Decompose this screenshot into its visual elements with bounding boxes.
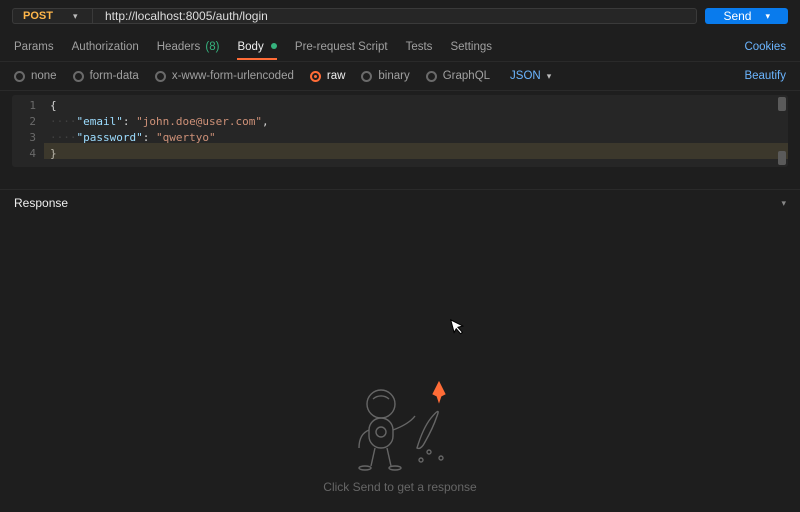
chevron-down-icon: ▾ <box>73 11 78 22</box>
editor-code[interactable]: { ····"email": "john.doe@user.com", ····… <box>44 95 788 167</box>
chevron-down-icon: ▾ <box>781 198 786 209</box>
send-label: Send <box>723 9 751 23</box>
response-section: Response ▾ <box>0 189 800 506</box>
response-label: Response <box>14 196 68 210</box>
chevron-down-icon: ▾ <box>765 11 770 22</box>
current-line-highlight <box>44 143 788 159</box>
tab-headers-label: Headers <box>157 41 200 53</box>
response-header[interactable]: Response ▾ <box>0 190 800 216</box>
scrollbar-thumb[interactable] <box>778 97 786 111</box>
bodytype-formdata[interactable]: form-data <box>73 70 139 82</box>
method-label: POST <box>23 10 53 22</box>
beautify-button[interactable]: Beautify <box>744 70 786 82</box>
bodytype-xwww[interactable]: x-www-form-urlencoded <box>155 70 294 82</box>
method-select[interactable]: POST ▾ <box>12 8 92 24</box>
editor-gutter: 1 2 3 4 <box>12 95 44 167</box>
tab-body-label: Body <box>237 41 263 53</box>
scrollbar-thumb[interactable] <box>778 151 786 165</box>
chevron-down-icon: ▾ <box>547 71 552 82</box>
request-bar: POST ▾ Send ▾ <box>0 0 800 32</box>
radio-icon <box>310 71 321 82</box>
url-input[interactable] <box>92 8 697 24</box>
radio-icon <box>155 71 166 82</box>
request-tabs: Params Authorization Headers (8) Body Pr… <box>0 32 800 62</box>
tab-prerequest[interactable]: Pre-request Script <box>295 35 388 59</box>
tab-settings[interactable]: Settings <box>450 35 492 59</box>
body-format-select[interactable]: JSON ▾ <box>510 70 551 82</box>
bodytype-graphql[interactable]: GraphQL <box>426 70 490 82</box>
body-type-row: none form-data x-www-form-urlencoded raw… <box>0 62 800 91</box>
cookies-link[interactable]: Cookies <box>744 41 786 53</box>
radio-icon <box>361 71 372 82</box>
bodytype-binary[interactable]: binary <box>361 70 409 82</box>
bodytype-none[interactable]: none <box>14 70 57 82</box>
tab-headers-count: (8) <box>205 41 219 53</box>
radio-icon <box>14 71 25 82</box>
response-hint: Click Send to get a response <box>323 480 476 494</box>
tab-authorization[interactable]: Authorization <box>72 35 139 59</box>
tab-headers[interactable]: Headers (8) <box>157 35 220 59</box>
tab-params[interactable]: Params <box>14 35 54 59</box>
send-button[interactable]: Send ▾ <box>705 8 788 24</box>
tab-body[interactable]: Body <box>237 35 276 59</box>
bodytype-raw[interactable]: raw <box>310 70 346 82</box>
body-format-label: JSON <box>510 70 541 82</box>
astronaut-illustration <box>325 356 475 476</box>
response-body: Click Send to get a response <box>0 216 800 506</box>
body-editor[interactable]: 1 2 3 4 { ····"email": "john.doe@user.co… <box>12 95 788 167</box>
modified-dot-icon <box>271 43 277 49</box>
radio-icon <box>426 71 437 82</box>
radio-icon <box>73 71 84 82</box>
tab-tests[interactable]: Tests <box>406 35 433 59</box>
